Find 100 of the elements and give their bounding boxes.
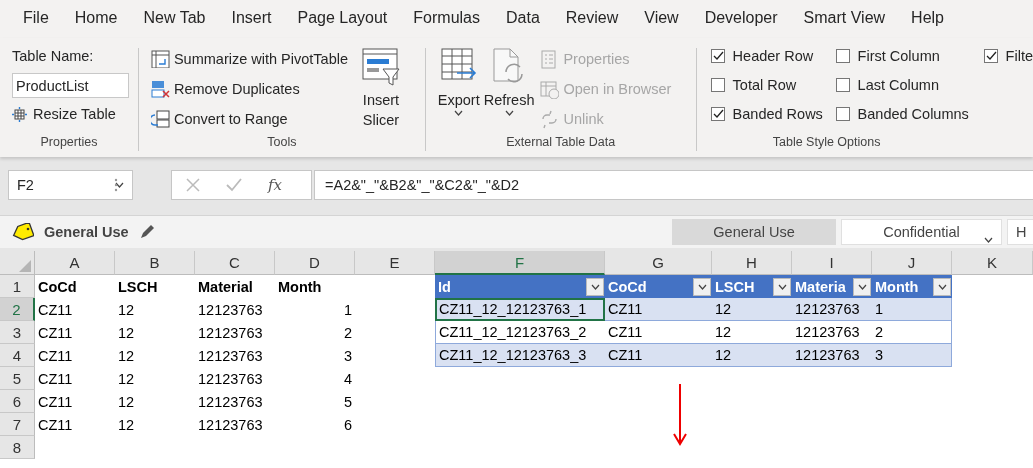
menu-tab[interactable]: File xyxy=(10,0,62,38)
caret-icon xyxy=(937,284,947,290)
row-header[interactable]: 8 xyxy=(0,436,35,459)
checkbox[interactable] xyxy=(835,48,850,63)
menu-tab[interactable]: View xyxy=(631,0,692,38)
menu-tab[interactable]: Formulas xyxy=(400,0,493,38)
table-cell-text: CZ11 xyxy=(37,392,74,412)
menu-tab[interactable]: Data xyxy=(493,0,553,38)
header-cell-text: Material xyxy=(197,277,254,297)
checkbox[interactable] xyxy=(710,106,725,121)
table-cell-text: 12 xyxy=(117,392,136,412)
table-resize-icon xyxy=(12,106,27,122)
column-header[interactable]: H xyxy=(712,251,792,275)
column-header[interactable]: I xyxy=(792,251,872,275)
table-cell-text: CZ11 xyxy=(37,323,74,343)
checkbox[interactable] xyxy=(983,48,998,63)
unlink-icon xyxy=(540,109,560,129)
arrow-annotation xyxy=(673,384,687,446)
column-header[interactable]: C xyxy=(195,251,275,275)
resize-table-button[interactable]: Resize Table xyxy=(12,103,129,125)
sensitivity-label: General Use xyxy=(44,224,129,240)
table-cell-text: 12 xyxy=(117,323,136,343)
filter-button[interactable] xyxy=(853,278,871,296)
table-name-field[interactable]: ProductList xyxy=(12,73,129,98)
check-icon xyxy=(711,107,724,120)
formula-field[interactable]: =A2&"_"&B2&"_"&C2&"_"&D2 xyxy=(314,170,1033,200)
table-header-cell: Id xyxy=(435,275,605,298)
table-cell-text: 12 xyxy=(117,300,136,320)
table-cell-text: 12 xyxy=(117,369,136,389)
caret-icon xyxy=(857,284,867,290)
row-header[interactable]: 3 xyxy=(0,321,35,344)
table-cell: 12 xyxy=(712,344,792,367)
tool-button[interactable]: Convert to Range xyxy=(150,108,348,130)
filter-button[interactable] xyxy=(773,278,791,296)
row-header[interactable]: 1 xyxy=(0,275,35,298)
export-button[interactable]: Export xyxy=(437,48,480,135)
header-cell-text: CoCd xyxy=(37,277,78,297)
caret-icon xyxy=(454,110,464,116)
checkbox[interactable] xyxy=(710,48,725,63)
checkbox-label: Filte xyxy=(1005,47,1033,64)
sensitivity-button[interactable]: Confidential xyxy=(841,219,1002,245)
row-header[interactable]: 5 xyxy=(0,367,35,390)
column-header[interactable]: J xyxy=(872,251,952,275)
tool-button[interactable]: Remove Duplicates xyxy=(150,78,348,100)
column-header[interactable]: F xyxy=(435,251,605,275)
checkbox[interactable] xyxy=(710,77,725,92)
row-header[interactable]: 7 xyxy=(0,413,35,436)
table-cell: CZ11_12_12123763_3 xyxy=(435,344,605,367)
menu-tab[interactable]: Insert xyxy=(218,0,285,38)
table-cell-text: 12 xyxy=(117,346,136,366)
table-cell-text: 6 xyxy=(342,415,353,435)
refresh-button[interactable]: Refresh xyxy=(483,48,535,135)
checkbox-label: Banded Columns xyxy=(857,105,969,122)
sensitivity-button[interactable]: H xyxy=(1007,219,1033,245)
table-cell-text: CZ11 xyxy=(37,369,74,389)
checkbox[interactable] xyxy=(835,77,850,92)
group-label: Table Style Options xyxy=(771,135,882,151)
menu-tab[interactable]: Smart View xyxy=(790,0,899,38)
table-cell: 12 xyxy=(712,298,792,321)
checkbox-label: Banded Rows xyxy=(732,105,823,122)
menu-tab[interactable]: Review xyxy=(552,0,632,38)
column-header[interactable]: E xyxy=(355,251,435,275)
caret-icon xyxy=(984,237,993,243)
column-header[interactable]: A xyxy=(35,251,115,275)
table-cell-text: 12 xyxy=(117,415,136,435)
browser-icon xyxy=(540,79,560,99)
column-header[interactable]: D xyxy=(275,251,355,275)
table-cell-text: 12123763 xyxy=(197,300,264,320)
column-header[interactable]: B xyxy=(115,251,195,275)
menu-tab[interactable]: Home xyxy=(61,0,131,38)
row-header[interactable]: 6 xyxy=(0,390,35,413)
insert-slicer-button[interactable]: Insert Slicer xyxy=(362,48,400,135)
table-cell: CZ11 xyxy=(605,298,712,321)
checkbox[interactable] xyxy=(835,106,850,121)
dropdown-caret-icon xyxy=(115,182,124,188)
tool-button[interactable]: Summarize with PivotTable xyxy=(150,48,348,70)
column-header[interactable]: G xyxy=(605,251,712,275)
filter-button[interactable] xyxy=(933,278,951,296)
menu-tab[interactable]: Developer xyxy=(691,0,791,38)
select-all-icon xyxy=(19,260,31,272)
table-cell-text: 1 xyxy=(342,300,353,320)
pencil-icon xyxy=(138,224,155,240)
table-cell-text: 12123763 xyxy=(197,415,264,435)
table-cell-text: 2 xyxy=(342,323,353,343)
menu-tab[interactable]: Help xyxy=(898,0,957,38)
menu-tab[interactable]: New Tab xyxy=(130,0,219,38)
row-header[interactable]: 2 xyxy=(0,298,35,321)
filter-button[interactable] xyxy=(693,278,711,296)
table-cell-text: 4 xyxy=(342,369,353,389)
tag-icon xyxy=(12,223,34,241)
menu-tab[interactable]: Page Layout xyxy=(284,0,401,38)
slicer-icon xyxy=(362,48,400,86)
filter-button[interactable] xyxy=(586,278,604,296)
group-label: Properties xyxy=(39,135,99,151)
table-cell-text: 12123763 xyxy=(197,346,264,366)
row-header[interactable]: 4 xyxy=(0,344,35,367)
insert-function-button[interactable]: fx xyxy=(268,176,282,194)
sensitivity-button[interactable]: General Use xyxy=(672,219,836,245)
name-box[interactable]: F2 xyxy=(8,170,133,200)
column-header[interactable]: K xyxy=(952,251,1033,275)
